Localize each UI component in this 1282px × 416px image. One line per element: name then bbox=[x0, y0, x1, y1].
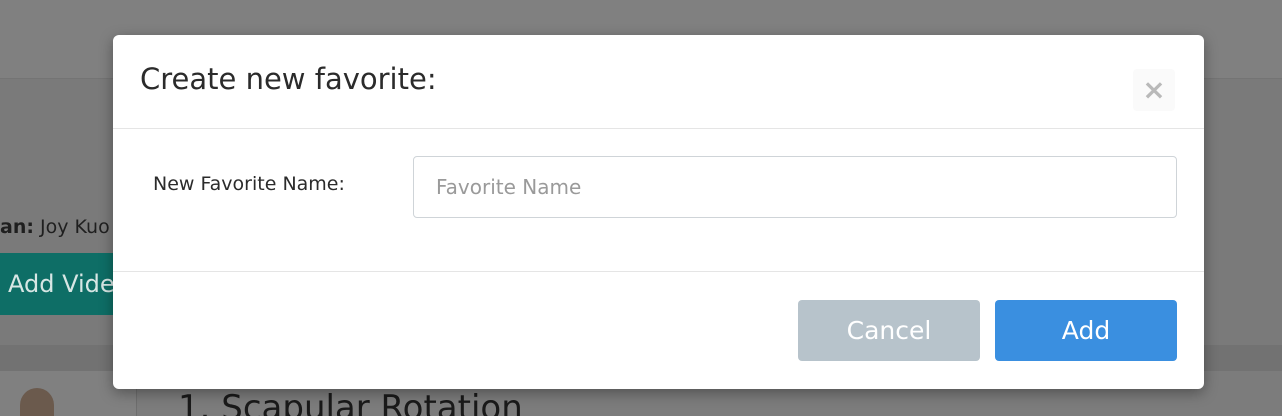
background-exercise-title: 1. Scapular Rotation bbox=[178, 388, 523, 416]
favorite-name-label: New Favorite Name: bbox=[153, 173, 345, 195]
favorite-name-input[interactable] bbox=[413, 156, 1177, 218]
add-button[interactable]: Add bbox=[995, 300, 1177, 361]
background-exercise-thumbnail bbox=[20, 388, 54, 416]
background-clinician-line: an: Joy Kuo bbox=[0, 216, 110, 238]
close-button[interactable]: × bbox=[1133, 69, 1175, 111]
cancel-button[interactable]: Cancel bbox=[798, 300, 980, 361]
close-icon: × bbox=[1142, 73, 1166, 106]
modal-body: New Favorite Name: bbox=[113, 129, 1204, 272]
clinician-name: Joy Kuo bbox=[40, 216, 110, 238]
clinician-label: an: bbox=[0, 216, 34, 238]
modal-header: Create new favorite: × bbox=[113, 35, 1204, 129]
create-favorite-modal: Create new favorite: × New Favorite Name… bbox=[113, 35, 1204, 389]
modal-title: Create new favorite: bbox=[140, 62, 437, 96]
